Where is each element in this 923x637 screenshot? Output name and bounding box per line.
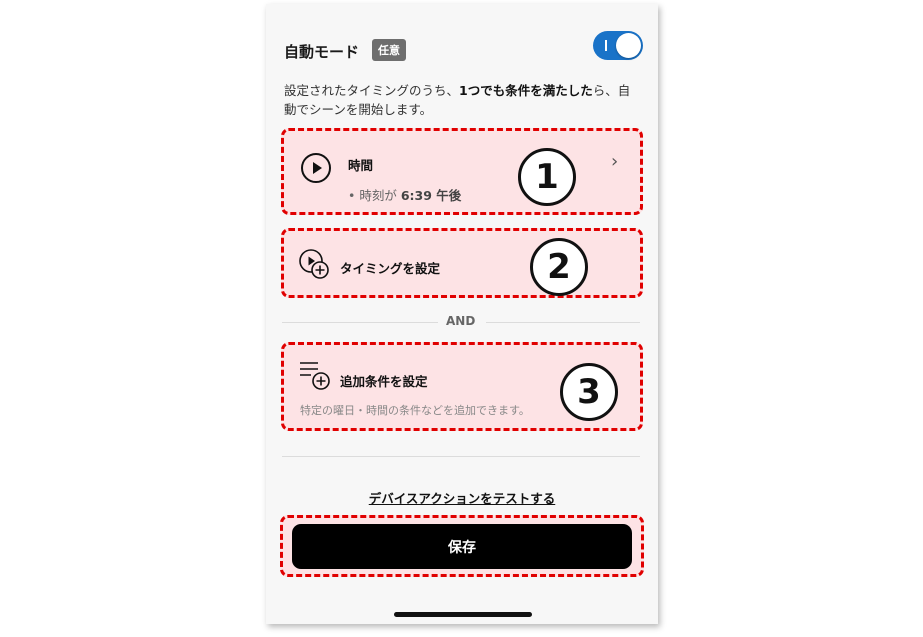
optional-badge: 任意	[372, 39, 406, 61]
callout-number-2: 2	[530, 238, 588, 296]
and-label: AND	[446, 314, 476, 328]
toggle-on-mark	[605, 40, 607, 51]
callout-number-3: 3	[560, 363, 618, 421]
add-timing-label: タイミングを設定	[340, 261, 441, 276]
time-trigger-label: 時間	[348, 158, 374, 173]
time-detail-value: 6:39 午後	[400, 188, 462, 203]
save-button-highlight: 保存	[280, 515, 644, 577]
list-add-icon	[300, 362, 330, 390]
description-bold-text: 1つでも条件を満たした	[459, 83, 593, 98]
auto-mode-description: 設定されたタイミングのうち、1つでも条件を満たしたら、自動でシーンを開始します。	[284, 81, 634, 119]
play-add-icon	[299, 249, 329, 279]
toggle-knob	[616, 33, 641, 58]
auto-mode-toggle[interactable]	[593, 31, 643, 60]
and-divider-left	[282, 322, 438, 323]
add-timing-card[interactable]: タイミングを設定 2	[281, 228, 643, 298]
add-condition-note: 特定の曜日・時間の条件などを追加できます。	[300, 404, 530, 417]
add-condition-card[interactable]: 追加条件を設定 特定の曜日・時間の条件などを追加できます。 3	[281, 342, 643, 431]
phone-screen: 自動モード 任意 設定されたタイミングのうち、1つでも条件を満たしたら、自動でシ…	[266, 4, 658, 624]
home-indicator[interactable]	[394, 612, 532, 617]
play-circle-icon	[301, 153, 331, 183]
test-device-action-link[interactable]: デバイスアクションをテストする	[266, 488, 658, 507]
add-condition-label: 追加条件を設定	[340, 374, 428, 389]
save-button[interactable]: 保存	[292, 524, 632, 569]
time-trigger-detail: • 時刻が 6:39 午後	[348, 185, 461, 204]
time-detail-prefix: • 時刻が	[348, 188, 401, 203]
chevron-right-icon: ›	[611, 151, 619, 172]
time-trigger-card[interactable]: 時間 • 時刻が 6:39 午後 1 ›	[281, 128, 643, 215]
section-divider	[282, 456, 640, 457]
description-text: 設定されたタイミングのうち、	[284, 83, 460, 98]
auto-mode-title: 自動モード	[284, 43, 360, 61]
callout-number-1: 1	[518, 148, 576, 206]
and-divider-right	[486, 322, 640, 323]
